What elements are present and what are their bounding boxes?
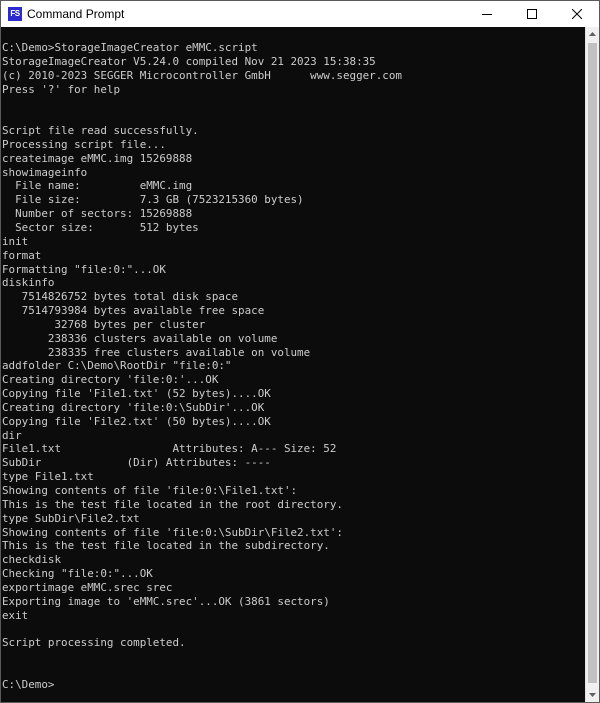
console-line: (c) 2010-2023 SEGGER Microcontroller Gmb… bbox=[2, 68, 402, 82]
console-line: init bbox=[2, 234, 29, 248]
console-line: File1.txt Attributes: A--- Size: 52 bbox=[2, 442, 337, 456]
console-line: Script processing completed. bbox=[2, 636, 186, 650]
maximize-icon bbox=[526, 9, 537, 19]
console-line: Press '?' for help bbox=[2, 82, 121, 96]
console-line: Checking "file:0:"...OK bbox=[2, 567, 153, 581]
console-text: C:\Demo>StorageImageCreator eMMC.script … bbox=[1, 27, 585, 692]
scroll-up-icon bbox=[589, 32, 596, 36]
console-output[interactable]: C:\Demo>StorageImageCreator eMMC.script … bbox=[1, 27, 585, 702]
console-line: File name: eMMC.img bbox=[2, 179, 193, 193]
console-line: Processing script file... bbox=[2, 137, 166, 151]
console-line: 7514793984 bytes available free space bbox=[2, 304, 265, 318]
scroll-up-button[interactable] bbox=[586, 27, 599, 41]
console-line: type File1.txt bbox=[2, 470, 94, 484]
scroll-thumb[interactable] bbox=[588, 43, 597, 683]
console-line: Showing contents of file 'file:0:\SubDir… bbox=[2, 525, 343, 539]
scroll-down-button[interactable] bbox=[586, 688, 599, 702]
console-line: File size: 7.3 GB (7523215360 bytes) bbox=[2, 193, 304, 207]
scroll-down-icon bbox=[589, 693, 596, 697]
console-line: Creating directory 'file:0:\SubDir'...OK bbox=[2, 400, 265, 414]
console-line: Exporting image to 'eMMC.srec'...OK (386… bbox=[2, 594, 330, 608]
console-line: 32768 bytes per cluster bbox=[2, 317, 206, 331]
console-line: Creating directory 'file:0:'...OK bbox=[2, 373, 219, 387]
console-line: 238336 clusters available on volume bbox=[2, 331, 278, 345]
console-line: Showing contents of file 'file:0:\File1.… bbox=[2, 484, 298, 497]
title-bar[interactable]: FS Command Prompt bbox=[1, 1, 599, 27]
console-line: format bbox=[2, 248, 42, 262]
maximize-button[interactable] bbox=[509, 1, 554, 27]
console-line: diskinfo bbox=[2, 276, 55, 290]
console-line: Number of sectors: 15269888 bbox=[2, 207, 193, 221]
console-line: exportimage eMMC.srec srec bbox=[2, 580, 173, 594]
console-line: This is the test file located in the sub… bbox=[2, 539, 330, 553]
console-line: 238335 free clusters available on volume bbox=[2, 345, 311, 359]
window-controls bbox=[464, 1, 599, 27]
console-line: Formatting "file:0:"...OK bbox=[2, 262, 166, 276]
window-title: Command Prompt bbox=[27, 7, 125, 21]
console-line: This is the test file located in the roo… bbox=[2, 497, 343, 511]
console-line: Script file read successfully. bbox=[2, 124, 199, 138]
console-line: type SubDir\File2.txt bbox=[2, 511, 140, 525]
console-line: createimage eMMC.img 15269888 bbox=[2, 151, 193, 165]
console-line: checkdisk bbox=[2, 553, 62, 567]
minimize-button[interactable] bbox=[464, 1, 509, 27]
close-button[interactable] bbox=[554, 1, 599, 27]
console-line: 7514826752 bytes total disk space bbox=[2, 290, 239, 304]
console-line: Copying file 'File1.txt' (52 bytes)....O… bbox=[2, 387, 271, 401]
vertical-scrollbar[interactable] bbox=[585, 27, 599, 702]
app-icon: FS bbox=[8, 7, 22, 21]
console-line: addfolder C:\Demo\RootDir "file:0:" bbox=[2, 359, 232, 373]
console-line: SubDir (Dir) Attributes: ---- bbox=[2, 456, 271, 470]
console-line: Copying file 'File2.txt' (50 bytes)....O… bbox=[2, 414, 271, 428]
console-line: showimageinfo bbox=[2, 165, 88, 179]
minimize-icon bbox=[481, 14, 492, 15]
console-line: C:\Demo> bbox=[2, 677, 55, 691]
close-icon bbox=[571, 9, 582, 19]
console-line: StorageImageCreator V5.24.0 compiled Nov… bbox=[2, 54, 376, 68]
console-line: dir bbox=[2, 428, 22, 442]
console-line: exit bbox=[2, 608, 29, 622]
command-prompt-window: FS Command Prompt C:\Demo>StorageImageCr… bbox=[0, 0, 600, 703]
console-line: C:\Demo>StorageImageCreator eMMC.script bbox=[2, 41, 258, 54]
console-line: Sector size: 512 bytes bbox=[2, 220, 199, 234]
